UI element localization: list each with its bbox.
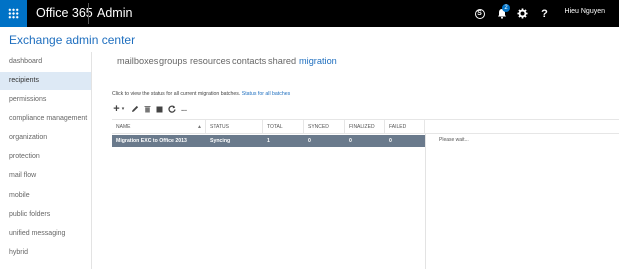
table-row[interactable]: Migration EXC to Office 2013 Syncing 1 0… (112, 135, 425, 147)
column-header-synced[interactable]: SYNCED (304, 120, 345, 134)
nav-item-hybrid[interactable]: hybrid (0, 244, 91, 262)
status-for-all-batches-link[interactable]: Status for all batches (242, 91, 290, 97)
page-title: Exchange admin center (9, 33, 136, 47)
cell-name: Migration EXC to Office 2013 (116, 138, 187, 144)
nav-item-unified-messaging[interactable]: unified messaging (0, 225, 91, 243)
column-header-name-label: NAME (116, 124, 131, 130)
tab-groups[interactable]: groups (159, 56, 187, 66)
cell-failed: 0 (389, 138, 392, 144)
nav-item-mobile[interactable]: mobile (0, 187, 91, 205)
cell-status: Syncing (210, 138, 231, 144)
waffle-icon (8, 8, 19, 19)
trash-icon[interactable] (143, 103, 152, 115)
notifications-button[interactable]: 2 (490, 0, 513, 27)
column-header-finalized[interactable]: FINALIZED (345, 120, 385, 134)
detail-pane-loading-text: Please wait... (439, 137, 469, 143)
top-bar: Office 365 Admin S 2 ? Hieu Nguyen (0, 0, 619, 27)
migration-table: NAME ▲ STATUS TOTAL SYNCED FINALIZED FAI… (112, 119, 619, 269)
chevron-down-icon[interactable]: ▾ (120, 103, 126, 115)
column-header-status[interactable]: STATUS (206, 120, 263, 134)
user-name[interactable]: Hieu Nguyen (565, 8, 605, 15)
settings-button[interactable] (511, 0, 534, 27)
stop-icon[interactable] (155, 103, 164, 115)
detail-pane-divider (425, 134, 426, 269)
toolbar: + ▾ ... (112, 103, 202, 115)
nav-item-permissions[interactable]: permissions (0, 91, 91, 109)
tab-resources[interactable]: resources (190, 56, 230, 66)
help-button[interactable]: ? (533, 0, 556, 27)
tab-migration[interactable]: migration (299, 56, 337, 66)
pencil-icon[interactable] (130, 103, 140, 115)
nav-item-public-folders[interactable]: public folders (0, 206, 91, 224)
nav-item-compliance-management[interactable]: compliance management (0, 110, 91, 128)
table-header: NAME ▲ STATUS TOTAL SYNCED FINALIZED FAI… (112, 119, 619, 134)
info-text: Click to view the status for all current… (112, 91, 241, 97)
more-icon[interactable]: ... (179, 103, 189, 115)
topbar-divider (88, 3, 89, 24)
sort-ascending-icon[interactable]: ▲ (197, 120, 202, 134)
migration-info: Click to view the status for all current… (112, 91, 290, 97)
refresh-icon[interactable] (167, 103, 177, 115)
cell-synced: 0 (308, 138, 311, 144)
column-header-total[interactable]: TOTAL (263, 120, 304, 134)
brand-label[interactable]: Office 365 (36, 6, 93, 20)
tab-contacts[interactable]: contacts (232, 56, 266, 66)
skype-button[interactable]: S (468, 0, 491, 27)
nav-item-protection[interactable]: protection (0, 148, 91, 166)
left-nav: dashboard recipients permissions complia… (0, 52, 92, 269)
gear-icon (517, 8, 528, 19)
tab-mailboxes[interactable]: mailboxes (117, 56, 158, 66)
notification-badge: 2 (502, 4, 510, 12)
app-name[interactable]: Admin (97, 6, 132, 20)
app-launcher-button[interactable] (0, 0, 27, 27)
nav-item-organization[interactable]: organization (0, 129, 91, 147)
nav-item-mail-flow[interactable]: mail flow (0, 167, 91, 185)
tab-shared[interactable]: shared (268, 56, 296, 66)
cell-total: 1 (267, 138, 270, 144)
cell-finalized: 0 (349, 138, 352, 144)
skype-icon: S (474, 8, 485, 19)
nav-item-dashboard[interactable]: dashboard (0, 53, 91, 71)
nav-item-recipients[interactable]: recipients (0, 72, 91, 90)
column-header-failed[interactable]: FAILED (385, 120, 425, 134)
column-header-name[interactable]: NAME ▲ (112, 120, 206, 134)
